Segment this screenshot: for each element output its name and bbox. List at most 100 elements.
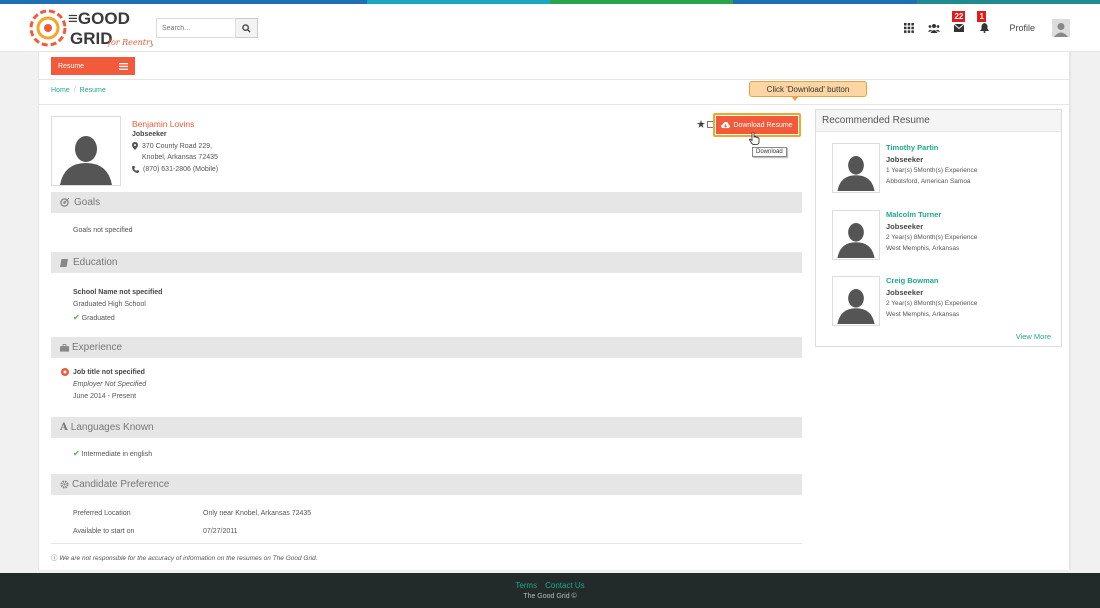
recommended-resume-panel: Recommended Resume Timothy Partin Jobsee…	[815, 109, 1062, 347]
job-title: Job title not specified	[73, 369, 145, 376]
recommended-photo[interactable]	[832, 276, 880, 326]
recommended-experience: 2 Year(s) 8Month(s) Experience	[886, 234, 978, 241]
languages-title: Languages Known	[70, 422, 154, 433]
bookmark-controls	[697, 120, 714, 128]
start-date-value: 07/27/2011	[203, 528, 238, 535]
sub-navigation: Resume	[39, 52, 1069, 80]
job-dates: June 2014 - Present	[73, 393, 137, 400]
preference-section-header: Candidate Preference	[51, 474, 802, 495]
preference-title: Candidate Preference	[72, 479, 170, 490]
recommended-name[interactable]: Creig Bowman	[886, 276, 939, 285]
recommended-item: Malcolm Turner Jobseeker 2 Year(s) 8Mont…	[832, 210, 1052, 265]
callout-tail	[791, 96, 799, 101]
goals-icon	[60, 198, 69, 207]
messages-badge: 22	[952, 11, 966, 22]
messages-icon[interactable]: 22	[952, 11, 966, 34]
experience-marker	[61, 368, 69, 378]
resume-menu-button[interactable]: Resume	[51, 57, 135, 75]
users-icon[interactable]	[928, 22, 941, 34]
experience-title: Experience	[72, 342, 123, 353]
recommended-name[interactable]: Malcolm Turner	[886, 210, 941, 219]
recommended-experience: 2 Year(s) 8Month(s) Experience	[886, 300, 978, 307]
book-icon	[60, 258, 68, 267]
recommended-role: Jobseeker	[886, 155, 924, 164]
cloud-download-icon	[721, 121, 731, 128]
site-logo[interactable]: ≡GOOD GRID for Reentry	[28, 6, 155, 50]
recommended-item: Creig Bowman Jobseeker 2 Year(s) 8Month(…	[832, 276, 1052, 331]
disclaimer-text: We are not responsible for the accuracy …	[59, 555, 318, 562]
languages-section-header: A Languages Known	[51, 417, 802, 438]
candidate-role: Jobseeker	[132, 131, 167, 138]
goals-text: Goals not specified	[73, 227, 133, 234]
candidate-phone: (870) 631-2806 (Mobile)	[132, 166, 218, 173]
site-header: ≡GOOD GRID for Reentry 22 1 Profile	[0, 4, 1100, 52]
phone-icon	[132, 166, 139, 173]
hand-cursor-icon	[749, 131, 760, 147]
info-icon: ⓘ	[51, 555, 58, 562]
education-section-header: Education	[51, 252, 802, 273]
svg-text:≡GOOD: ≡GOOD	[68, 9, 130, 28]
address-line-2: Knobel, Arkansas 72435	[142, 154, 218, 161]
search-input[interactable]	[156, 18, 236, 38]
contact-link[interactable]: Contact Us	[545, 581, 585, 590]
search-icon	[242, 23, 251, 33]
goals-title: Goals	[74, 197, 101, 208]
recommended-photo[interactable]	[832, 143, 880, 193]
view-more-link[interactable]: View More	[1016, 332, 1051, 341]
experience-section-header: Experience	[51, 337, 802, 358]
copyright: The Good Grid ©	[523, 593, 577, 600]
recommended-photo[interactable]	[832, 210, 880, 260]
recommended-name[interactable]: Timothy Partin	[886, 143, 938, 152]
notifications-icon[interactable]: 1	[977, 11, 990, 34]
download-button-label: Download Resume	[733, 121, 793, 129]
disclaimer: ⓘ We are not responsible for the accurac…	[51, 552, 318, 562]
search-box	[156, 18, 258, 38]
briefcase-icon	[60, 343, 69, 352]
breadcrumb-current[interactable]: Resume	[80, 87, 106, 94]
candidate-photo	[51, 116, 121, 186]
check-icon: ✔	[73, 449, 80, 458]
instruction-callout: Click 'Download' button	[749, 81, 867, 97]
svg-text:for Reentry: for Reentry	[107, 38, 153, 47]
address-line-1: 370 County Road 229,	[142, 142, 213, 150]
candidate-address-2: Knobel, Arkansas 72435	[142, 154, 218, 161]
hamburger-icon	[119, 62, 128, 70]
school-name: School Name not specified	[73, 289, 163, 296]
header-icons: 22 1 Profile	[903, 11, 1070, 40]
breadcrumb: Home / Resume	[51, 87, 106, 94]
apps-grid-icon[interactable]	[903, 22, 915, 34]
education-status: ✔ Graduated	[73, 313, 115, 322]
employer: Employer Not Specified	[73, 381, 147, 388]
search-button[interactable]	[236, 18, 258, 38]
phone-number: (870) 631-2806 (Mobile)	[143, 166, 219, 173]
svg-text:GRID: GRID	[70, 29, 113, 48]
goals-section-header: Goals	[51, 192, 802, 213]
site-footer: Terms Contact Us The Good Grid ©	[0, 573, 1100, 608]
language-text: Intermediate in english	[81, 451, 153, 458]
check-icon: ✔	[73, 313, 80, 322]
degree: Graduated High School	[73, 301, 146, 308]
recommended-location: Abbotsford, American Samoa	[886, 178, 971, 185]
main-content: Resume Home / Resume Benjamin Lovins Jobse…	[38, 52, 1070, 570]
font-icon: A	[60, 422, 68, 433]
education-title: Education	[73, 257, 118, 268]
recommended-item: Timothy Partin Jobseeker 1 Year(s) 5Mont…	[832, 143, 1052, 198]
recommended-role: Jobseeker	[886, 288, 924, 297]
map-marker-icon	[132, 142, 138, 150]
preferred-location-label: Preferred Location	[73, 510, 131, 517]
notifications-badge: 1	[977, 11, 986, 22]
bullet-circle-icon	[61, 368, 69, 376]
preferred-location-value: Only near Knobel, Arkansas 72435	[203, 510, 312, 517]
recommended-location: West Memphis, Arkansas	[886, 311, 960, 318]
footer-links: Terms Contact Us	[515, 581, 584, 590]
breadcrumb-home[interactable]: Home	[51, 87, 70, 94]
recommended-title: Recommended Resume	[816, 110, 1061, 132]
start-date-label: Available to start on	[73, 528, 135, 535]
candidate-name[interactable]: Benjamin Lovins	[132, 119, 194, 129]
user-avatar[interactable]	[1052, 19, 1070, 37]
candidate-address-1: 370 County Road 229,	[132, 142, 212, 150]
recommended-role: Jobseeker	[886, 222, 924, 231]
profile-link[interactable]: Profile	[1009, 23, 1035, 33]
resume-tab-label: Resume	[58, 62, 85, 70]
terms-link[interactable]: Terms	[515, 581, 537, 590]
